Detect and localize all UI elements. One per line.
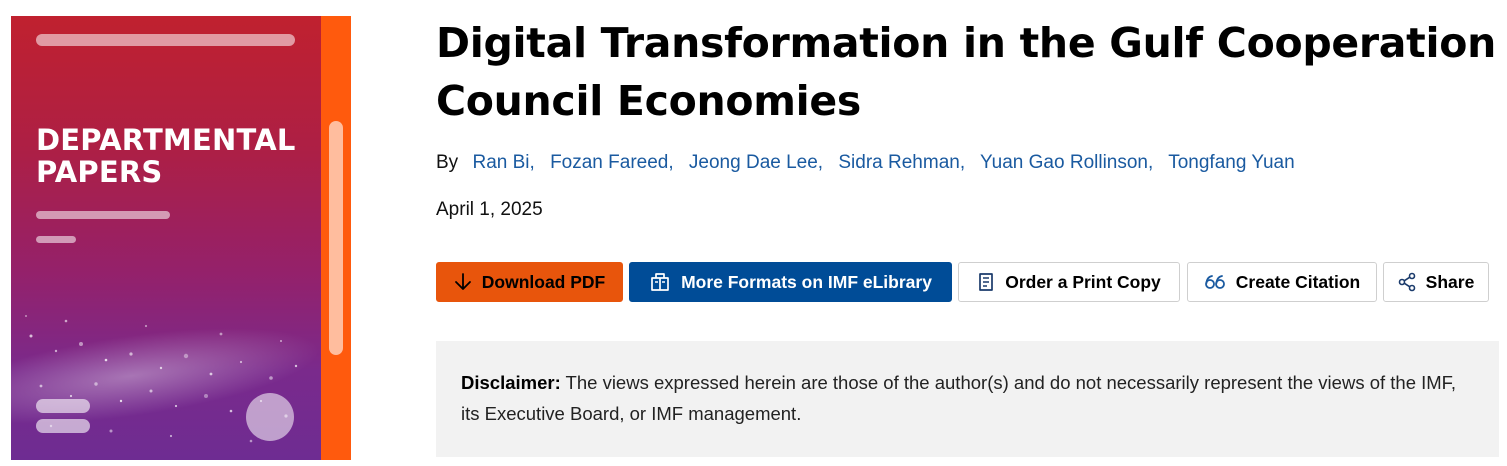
quote-icon xyxy=(1204,275,1225,289)
author-link[interactable]: Sidra Rehman, xyxy=(838,152,965,173)
arrow-down-icon xyxy=(454,273,471,290)
cover-decoration-line xyxy=(36,211,170,219)
more-formats-label: More Formats on IMF eLibrary xyxy=(681,271,932,292)
book-open-icon xyxy=(651,273,669,291)
cover-title-line2: PAPERS xyxy=(36,155,163,189)
download-pdf-button[interactable]: Download PDF xyxy=(436,262,623,302)
cover-logo-circle xyxy=(246,393,294,441)
cover-top-bar xyxy=(36,34,295,46)
create-citation-label: Create Citation xyxy=(1235,271,1361,292)
byline-prefix: By xyxy=(436,152,459,173)
disclaimer-label: Disclaimer: xyxy=(461,372,561,393)
book-icon xyxy=(979,273,994,291)
author-link[interactable]: Tongfang Yuan xyxy=(1168,152,1294,173)
cover-decoration-line-short xyxy=(36,236,76,243)
publication-cover: DEPARTMENTAL PAPERS xyxy=(11,16,351,460)
page-title: Digital Transformation in the Gulf Coope… xyxy=(436,19,1496,125)
author-link[interactable]: Yuan Gao Rollinson, xyxy=(980,152,1153,173)
more-formats-button[interactable]: More Formats on IMF eLibrary xyxy=(629,262,952,302)
disclaimer-box: Disclaimer: The views expressed herein a… xyxy=(436,341,1499,457)
order-print-label: Order a Print Copy xyxy=(1005,271,1161,292)
download-pdf-label: Download PDF xyxy=(481,271,606,292)
author-link[interactable]: Ran Bi, xyxy=(472,152,534,173)
order-print-button[interactable]: Order a Print Copy xyxy=(958,262,1180,302)
share-icon xyxy=(1398,272,1415,292)
cover-title: DEPARTMENTAL PAPERS xyxy=(36,124,316,188)
cover-scroll-bar xyxy=(329,121,343,355)
cover-logo-bar xyxy=(36,399,90,413)
publication-date: April 1, 2025 xyxy=(436,199,543,220)
create-citation-button[interactable]: Create Citation xyxy=(1187,262,1377,302)
author-link[interactable]: Jeong Dae Lee, xyxy=(689,152,823,173)
cover-title-line1: DEPARTMENTAL xyxy=(36,123,296,157)
share-label: Share xyxy=(1425,271,1475,292)
author-byline: By Ran Bi, Fozan Fareed, Jeong Dae Lee, … xyxy=(436,151,1305,175)
cover-logo-bar xyxy=(36,419,90,433)
author-link[interactable]: Fozan Fareed, xyxy=(550,152,674,173)
share-button[interactable]: Share xyxy=(1383,262,1489,302)
disclaimer-text: The views expressed herein are those of … xyxy=(461,372,1457,424)
